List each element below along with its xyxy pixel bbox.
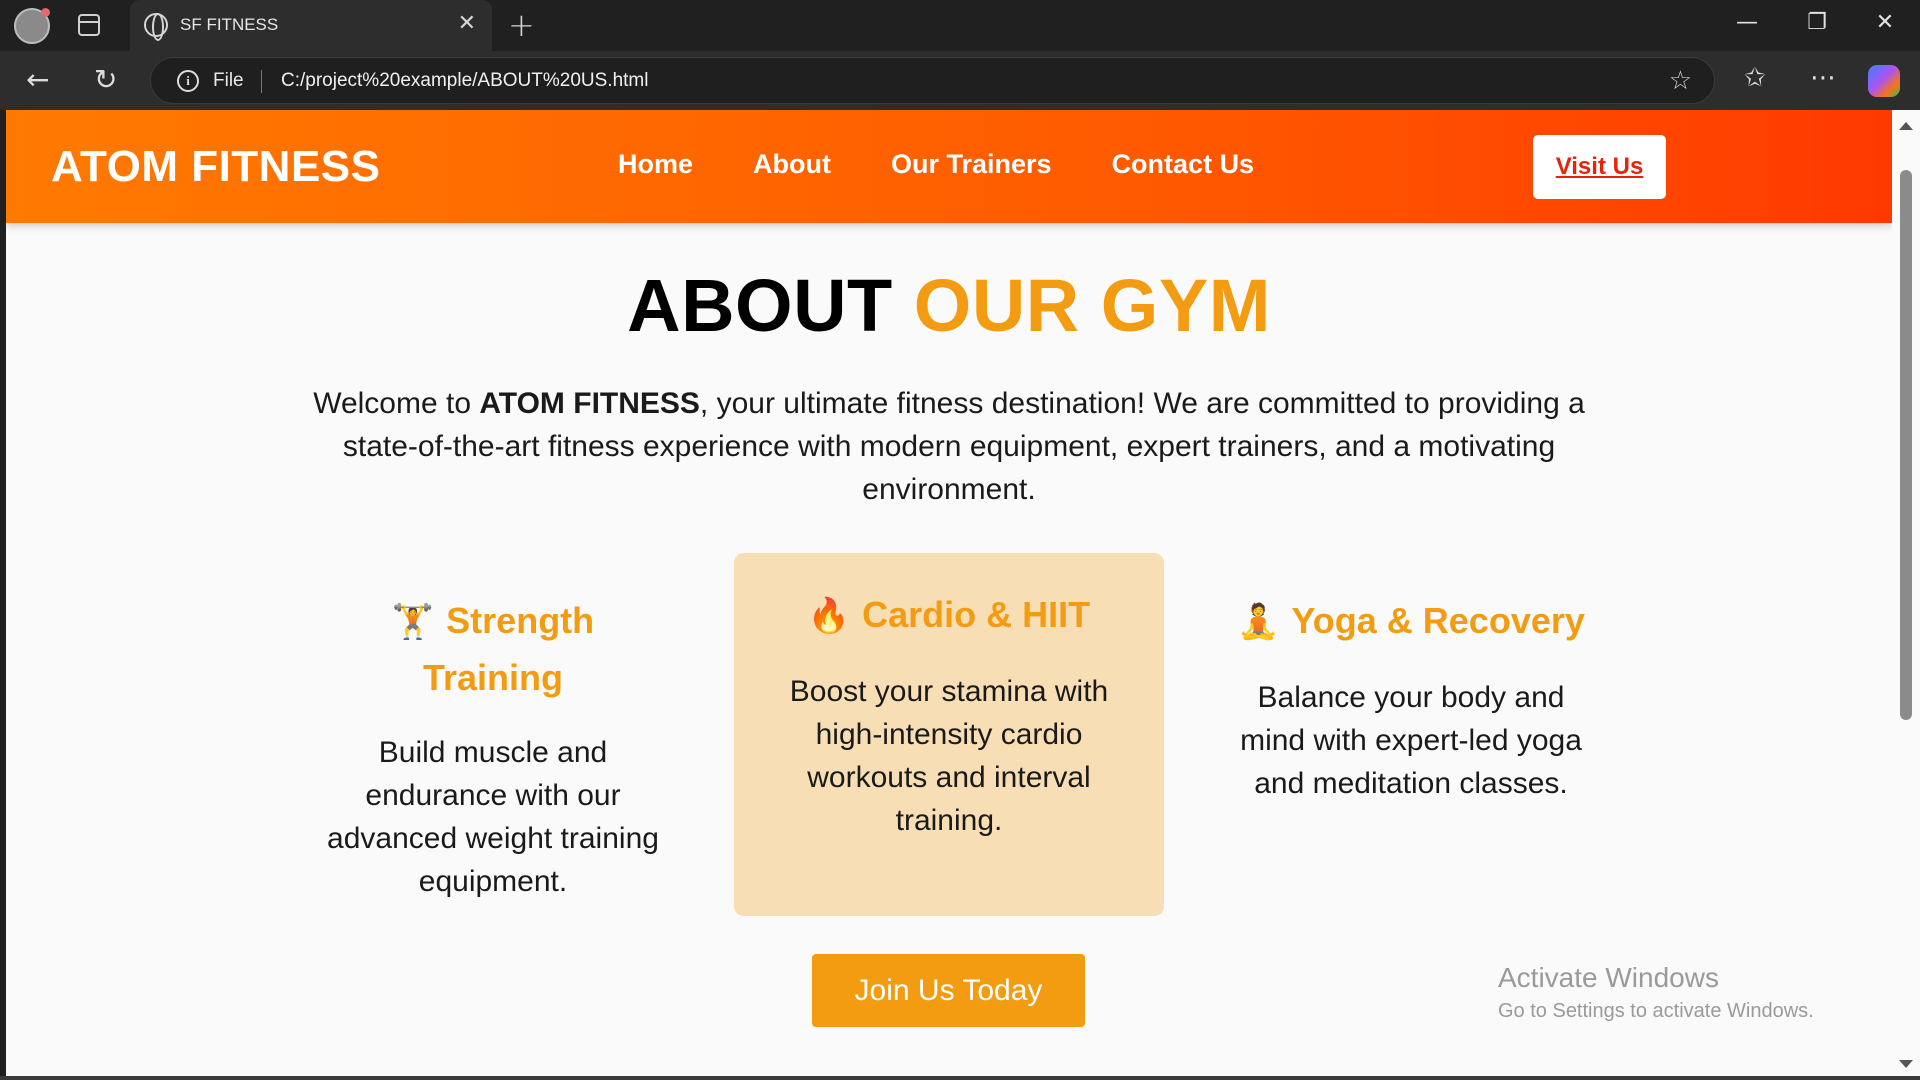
window-close-icon[interactable]: ✕ (1865, 10, 1905, 35)
restore-icon[interactable]: ❐ (1797, 10, 1837, 35)
weightlifting-icon: 🏋️ (391, 603, 435, 641)
nav-home[interactable]: Home (618, 149, 693, 180)
nav-about[interactable]: About (753, 149, 831, 180)
page-title-dark: ABOUT (627, 264, 893, 347)
browser-toolbar: ← ↻ i File C:/project%20example/ABOUT%20… (0, 51, 1920, 110)
address-separator (261, 70, 262, 93)
intro-brand: ATOM FITNESS (479, 387, 700, 420)
back-icon[interactable]: ← (26, 65, 49, 95)
bottom-edge (0, 1076, 1920, 1080)
activate-windows-title: Activate Windows (1498, 962, 1719, 993)
nav-our-trainers[interactable]: Our Trainers (891, 149, 1052, 180)
card-yoga-recovery[interactable]: 🧘 Yoga & Recovery Balance your body and m… (1196, 553, 1626, 913)
scroll-up-arrow-icon[interactable] (1899, 122, 1913, 130)
card-description: Build muscle and endurance with our adva… (327, 736, 659, 898)
intro-paragraph: Welcome to ATOM FITNESS, your ultimate f… (274, 382, 1624, 511)
card-cardio-hiit[interactable]: 🔥 Cardio & HIIT Boost your stamina with h… (734, 553, 1164, 916)
nav-contact-us[interactable]: Contact Us (1112, 149, 1255, 180)
visit-us-button[interactable]: Visit Us (1533, 135, 1666, 199)
card-strength-training[interactable]: 🏋️ Strength Training Build muscle and end… (278, 553, 708, 926)
globe-icon (144, 13, 168, 41)
address-bar[interactable]: i File C:/project%20example/ABOUT%20US.h… (150, 57, 1715, 104)
tab-actions-icon[interactable] (78, 14, 100, 36)
card-title-text: Yoga & Recovery (1291, 600, 1585, 641)
join-us-button[interactable]: Join Us Today (812, 954, 1085, 1027)
tab-title: SF FITNESS (180, 15, 279, 34)
page-title-accent: OUR GYM (913, 264, 1271, 347)
main-nav: Home About Our Trainers Contact Us (618, 149, 1254, 180)
yoga-icon: 🧘 (1237, 603, 1280, 641)
fire-icon: 🔥 (807, 597, 851, 635)
address-scheme-label: File (213, 70, 244, 91)
favorites-icon[interactable]: ✩ (1744, 63, 1766, 93)
intro-before: Welcome to (313, 387, 480, 420)
page-title: ABOUT OUR GYM (6, 263, 1892, 348)
page-viewport: ATOM FITNESS Home About Our Trainers Con… (6, 110, 1892, 1076)
minimize-icon[interactable]: — (1727, 10, 1767, 35)
url-text[interactable]: C:/project%20example/ABOUT%20US.html (281, 70, 648, 92)
card-title-text: Cardio & HIIT (862, 594, 1091, 635)
vertical-scrollbar[interactable] (1892, 110, 1920, 1076)
close-icon[interactable]: ✕ (458, 12, 476, 36)
profile-icon[interactable] (14, 8, 50, 44)
more-icon[interactable]: ⋯ (1810, 63, 1836, 93)
scroll-thumb[interactable] (1900, 170, 1912, 720)
site-header: ATOM FITNESS Home About Our Trainers Con… (6, 110, 1892, 223)
scroll-down-arrow-icon[interactable] (1899, 1060, 1913, 1068)
browser-tab[interactable]: SF FITNESS ✕ (130, 0, 492, 51)
new-tab-icon[interactable]: + (508, 8, 535, 42)
reload-icon[interactable]: ↻ (94, 65, 117, 95)
activate-windows-watermark: Activate Windows Go to Settings to activ… (1498, 962, 1814, 1023)
site-logo[interactable]: ATOM FITNESS (51, 142, 381, 192)
copilot-icon[interactable] (1868, 65, 1900, 97)
card-title: 🔥 Cardio & HIIT (734, 587, 1164, 644)
info-icon[interactable]: i (177, 70, 199, 92)
activate-windows-subtitle: Go to Settings to activate Windows. (1498, 1000, 1814, 1022)
favorite-star-icon[interactable]: ☆ (1669, 66, 1692, 96)
browser-tab-bar: SF FITNESS ✕ + — ❐ ✕ (0, 0, 1920, 51)
card-title-text: Strength Training (422, 600, 595, 698)
card-description: Boost your stamina with high-intensity c… (789, 675, 1109, 837)
card-title: 🧘 Yoga & Recovery (1196, 593, 1626, 650)
card-description: Balance your body and mind with expert-l… (1240, 681, 1582, 800)
card-title: 🏋️ Strength Training (278, 593, 708, 705)
